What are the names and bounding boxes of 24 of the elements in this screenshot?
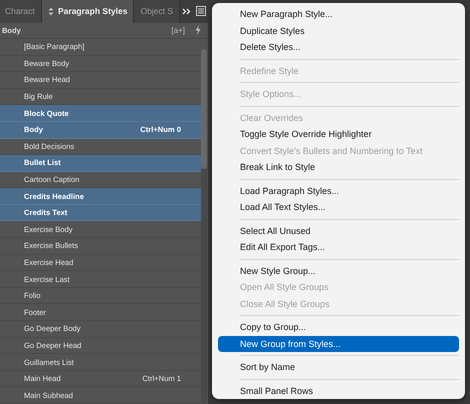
chevrons-icon[interactable] [182, 8, 191, 15]
menu-item[interactable]: Select All Unused [218, 222, 459, 239]
menu-item[interactable]: Load All Text Styles... [218, 199, 459, 216]
panel-tab[interactable]: Object S [134, 0, 180, 23]
menu-item[interactable]: Edit All Export Tags... [218, 239, 459, 256]
menu-item[interactable]: New Paragraph Style... [218, 6, 459, 22]
menu-item[interactable]: Small Panel Rows [218, 382, 459, 399]
menu-item[interactable]: Delete Styles... [218, 39, 459, 56]
menu-item[interactable]: Toggle Style Override Highlighter [218, 126, 459, 142]
lightning-icon[interactable] [195, 25, 201, 36]
scrollbar[interactable] [201, 48, 207, 404]
menu-item[interactable]: Break Link to Style [218, 159, 459, 176]
updown-icon [48, 6, 54, 16]
scroll-thumb[interactable] [201, 48, 207, 169]
menu-item[interactable]: Sort by Name [218, 359, 459, 376]
menu-item[interactable]: Copy to Group... [218, 319, 459, 336]
menu-item[interactable]: Load Paragraph Styles... [218, 182, 459, 199]
new-style-button[interactable]: [a+] [171, 26, 185, 35]
panel-tab[interactable]: Charact [0, 0, 42, 23]
menu-item[interactable]: New Style Group... [218, 262, 459, 279]
menu-icon[interactable] [196, 6, 206, 16]
menu-item[interactable]: New Group from Styles... [218, 336, 459, 352]
menu-item[interactable]: Duplicate Styles [218, 22, 459, 39]
panel-tab[interactable]: Paragraph Styles [42, 0, 134, 23]
